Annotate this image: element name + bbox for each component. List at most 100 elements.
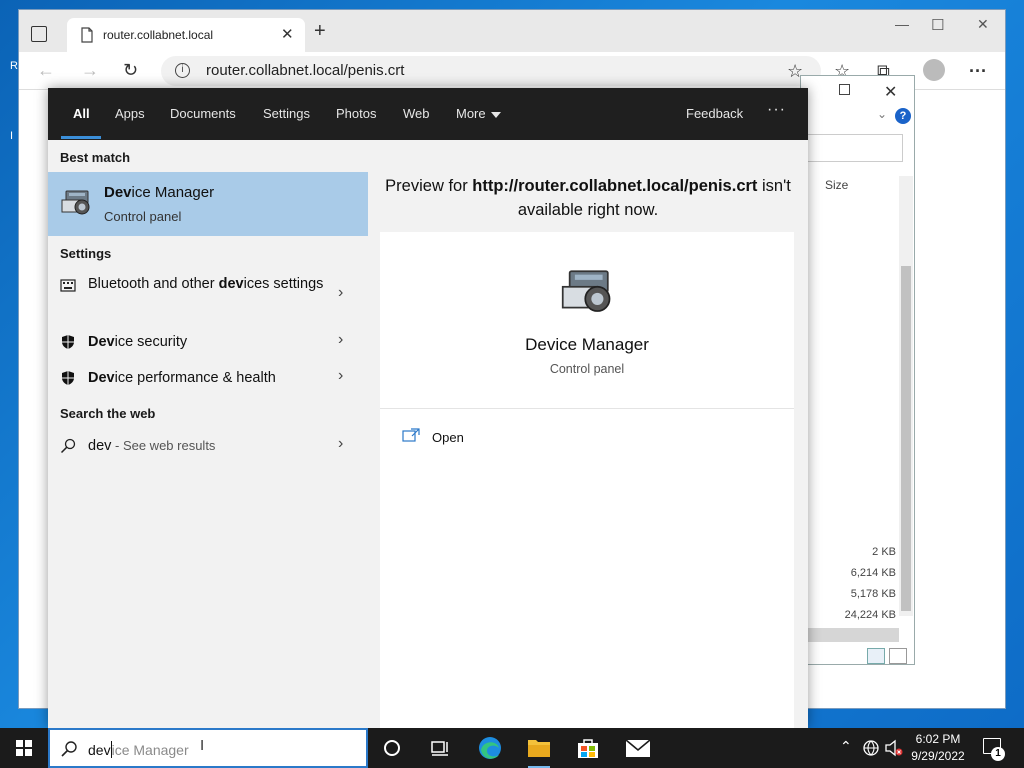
preview-pane: Preview for http://router.collabnet.loca…	[368, 140, 808, 728]
tab-apps[interactable]: Apps	[115, 106, 145, 121]
search-web-heading: Search the web	[60, 406, 156, 421]
new-tab-icon[interactable]: +	[314, 20, 326, 43]
notification-count-badge: 1	[991, 747, 1005, 761]
device-manager-icon	[61, 190, 90, 215]
refresh-icon[interactable]: ↻	[123, 60, 138, 81]
tab-title: router.collabnet.local	[103, 28, 214, 42]
file-size: 5,178 KB	[850, 588, 896, 600]
search-results-list: Best match Device Manager Control panel …	[48, 140, 368, 728]
search-icon	[60, 438, 76, 454]
more-options-icon[interactable]: ···	[767, 101, 786, 119]
address-url: router.collabnet.local/penis.crt	[206, 62, 405, 79]
tab-actions-icon[interactable]	[31, 26, 47, 42]
volume-muted-icon[interactable]	[884, 739, 904, 757]
desktop-icon-fragment: I	[10, 130, 14, 142]
vertical-scrollbar[interactable]	[899, 176, 913, 616]
clock-time: 6:02 PM	[915, 732, 961, 746]
result-bluetooth-settings[interactable]: Bluetooth and other devices settings ›	[48, 274, 368, 318]
details-view-icon[interactable]	[867, 648, 885, 664]
preview-card: Device Manager Control panel Open	[380, 232, 794, 728]
scroll-thumb[interactable]	[901, 266, 911, 611]
mail-icon[interactable]	[614, 728, 662, 768]
info-icon[interactable]: i	[175, 63, 190, 78]
clock-date: 9/29/2022	[911, 749, 965, 763]
preview-title: Device Manager	[525, 335, 649, 354]
best-match-heading: Best match	[60, 150, 131, 165]
document-icon	[81, 27, 93, 43]
file-dialog-window: ✕ ⌄ ? Size 2 KB 6,214 KB 5,178 KB 24,224…	[800, 75, 915, 665]
system-clock[interactable]: 6:02 PM 9/29/2022	[906, 731, 970, 765]
feedback-link[interactable]: Feedback	[686, 106, 743, 121]
chevron-right-icon[interactable]: ›	[338, 284, 343, 302]
chevron-down-icon[interactable]: ⌄	[877, 107, 887, 121]
show-hidden-icons-icon[interactable]: ⌃	[840, 738, 852, 755]
result-device-security[interactable]: Device security ›	[48, 331, 368, 356]
file-size: 6,214 KB	[850, 567, 896, 579]
thumbnail-view-icon[interactable]	[889, 648, 907, 664]
ibeam-cursor-icon: I	[200, 737, 205, 754]
search-query: device Manager	[88, 741, 189, 758]
device-manager-icon	[561, 270, 611, 312]
preview-unavailable-message: Preview for http://router.collabnet.loca…	[385, 177, 791, 219]
maximize-icon[interactable]	[839, 84, 850, 95]
result-web-search[interactable]: dev - See web results ›	[48, 435, 368, 460]
windows-search-panel: All Apps Documents Settings Photos Web M…	[48, 88, 808, 728]
search-icon	[61, 741, 77, 757]
desktop-icon-fragment: R	[10, 60, 18, 72]
taskbar-search-input[interactable]: device Manager I	[48, 728, 368, 768]
windows-start-icon[interactable]	[0, 728, 48, 768]
edge-icon[interactable]	[466, 728, 514, 768]
dialog-search-input[interactable]	[807, 134, 903, 162]
more-menu-icon[interactable]: ···	[969, 61, 987, 82]
shield-icon	[62, 371, 74, 385]
best-match-result[interactable]: Device Manager Control panel	[48, 172, 368, 236]
divider	[380, 408, 794, 409]
size-column-header[interactable]: Size	[825, 178, 848, 192]
best-match-title: Device Manager	[104, 184, 215, 201]
help-icon[interactable]: ?	[895, 108, 911, 124]
browser-tab[interactable]: router.collabnet.local ✕	[67, 18, 305, 52]
active-tab-indicator	[61, 136, 101, 139]
result-label: Device performance & health	[88, 370, 276, 386]
file-size: 2 KB	[872, 546, 896, 558]
tab-all[interactable]: All	[73, 106, 90, 121]
open-icon[interactable]	[402, 428, 420, 442]
keyboard-icon	[60, 279, 76, 292]
tab-documents[interactable]: Documents	[170, 106, 236, 121]
close-icon[interactable]: ✕	[884, 82, 897, 102]
task-view-icon[interactable]	[416, 728, 464, 768]
taskbar: device Manager I ⌃ 6:02 PM 9/29/2022 1	[0, 728, 1024, 768]
file-explorer-icon[interactable]	[515, 728, 563, 768]
horizontal-scrollbar[interactable]	[807, 628, 899, 642]
maximize-icon[interactable]: ☐	[931, 16, 944, 34]
chevron-right-icon[interactable]: ›	[338, 367, 343, 385]
chevron-down-icon	[490, 111, 501, 118]
window-close-icon[interactable]: ✕	[977, 16, 989, 33]
chevron-right-icon[interactable]: ›	[338, 331, 343, 349]
best-match-subtitle: Control panel	[104, 209, 182, 224]
result-label: Bluetooth and other devices settings	[88, 276, 324, 292]
forward-icon[interactable]: →	[81, 60, 99, 81]
network-icon[interactable]	[862, 739, 880, 757]
tab-more-label: More	[456, 106, 486, 121]
chevron-right-icon[interactable]: ›	[338, 435, 343, 453]
store-icon[interactable]	[564, 728, 612, 768]
result-device-performance[interactable]: Device performance & health ›	[48, 367, 368, 392]
cortana-icon[interactable]	[368, 728, 416, 768]
close-tab-icon[interactable]: ✕	[281, 25, 294, 43]
back-icon[interactable]: ←	[37, 60, 55, 81]
search-filter-bar: All Apps Documents Settings Photos Web M…	[48, 88, 808, 140]
settings-heading: Settings	[60, 246, 112, 261]
minimize-icon[interactable]: —	[895, 16, 909, 32]
result-label: dev - See web results	[88, 438, 216, 454]
address-bar[interactable]: i router.collabnet.local/penis.crt	[161, 56, 821, 86]
open-action[interactable]: Open	[432, 430, 464, 445]
tab-settings[interactable]: Settings	[263, 106, 310, 121]
tab-more[interactable]: More	[456, 106, 501, 121]
tab-web[interactable]: Web	[403, 106, 430, 121]
profile-avatar[interactable]	[923, 59, 945, 81]
shield-icon	[62, 335, 74, 349]
file-size: 24,224 KB	[844, 609, 896, 621]
result-label: Device security	[88, 334, 188, 350]
tab-photos[interactable]: Photos	[336, 106, 376, 121]
